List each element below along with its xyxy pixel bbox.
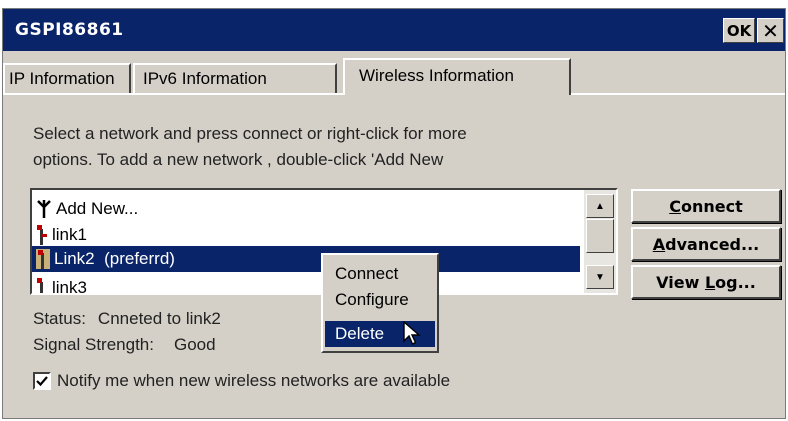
status-value: Cnneted to link2	[97, 309, 221, 328]
view-log-mnemonic: L	[704, 272, 716, 292]
close-button[interactable]: ✕	[757, 18, 784, 43]
close-icon: ✕	[762, 18, 779, 43]
instructions-line-1: Select a network and press connect or ri…	[33, 124, 467, 143]
instructions-line-2: options. To add a new network , double-c…	[33, 150, 444, 169]
tab-ip-information[interactable]: IP Information	[3, 63, 131, 93]
context-menu: Connect Configure Delete	[321, 253, 439, 353]
advanced-button[interactable]: Advanced...	[631, 227, 781, 261]
advanced-label: dvanced...	[665, 234, 760, 254]
context-menu-connect[interactable]: Connect	[325, 261, 435, 287]
status-label: Status:	[33, 309, 86, 328]
network-item-add-new[interactable]: Add New...	[32, 196, 580, 222]
checkmark-icon	[36, 376, 48, 387]
connect-label: onnect	[680, 196, 743, 216]
network-icon	[36, 249, 50, 269]
notify-checkbox[interactable]	[33, 372, 51, 390]
ok-button[interactable]: OK	[723, 18, 755, 43]
view-log-prefix: View	[656, 272, 705, 292]
scroll-down-button[interactable]: ▼	[586, 265, 614, 289]
context-menu-configure[interactable]: Configure	[325, 287, 435, 313]
connect-mnemonic: C	[669, 196, 681, 216]
notify-label: Notify me when new wireless networks are…	[57, 371, 451, 390]
advanced-mnemonic: A	[652, 234, 666, 254]
network-icon	[37, 278, 43, 293]
arrow-down-icon: ▼	[595, 271, 605, 283]
notify-option[interactable]: Notify me when new wireless networks are…	[33, 371, 450, 391]
wireless-dialog: GSPI86861 OK ✕ IP Information IPv6 Infor…	[2, 8, 786, 419]
scroll-thumb[interactable]	[586, 219, 614, 253]
network-label: link1	[52, 225, 87, 244]
antenna-icon	[37, 200, 51, 218]
view-log-label: og...	[715, 272, 756, 292]
network-item-link2[interactable]: Link2 (preferrd)	[32, 246, 580, 272]
window-title: GSPI86861	[15, 20, 124, 40]
network-item-link1[interactable]: link1	[32, 222, 580, 248]
network-label: Add New...	[56, 199, 139, 218]
scroll-up-button[interactable]: ▲	[586, 194, 614, 218]
list-scrollbar[interactable]: ▲ ▼	[584, 190, 616, 293]
signal-value: Good	[173, 335, 216, 354]
tab-wireless-information[interactable]: Wireless Information	[343, 58, 571, 95]
arrow-up-icon: ▲	[595, 200, 605, 212]
tab-ipv6-information[interactable]: IPv6 Information	[133, 63, 337, 93]
signal-line: Signal Strength: Good	[33, 335, 216, 355]
signal-label: Signal Strength:	[33, 335, 154, 354]
status-line: Status: Cnneted to link2	[33, 309, 221, 329]
mouse-cursor-icon	[403, 321, 421, 345]
network-label: Link2 (preferrd)	[54, 249, 175, 268]
instructions-text: Select a network and press connect or ri…	[33, 121, 633, 173]
network-label: link3	[52, 278, 87, 295]
network-icon	[37, 225, 47, 245]
connect-button[interactable]: Connect	[631, 189, 781, 223]
network-item-link3[interactable]: link3	[32, 275, 580, 295]
title-bar: GSPI86861 OK ✕	[3, 9, 785, 51]
view-log-button[interactable]: View Log...	[631, 265, 781, 299]
